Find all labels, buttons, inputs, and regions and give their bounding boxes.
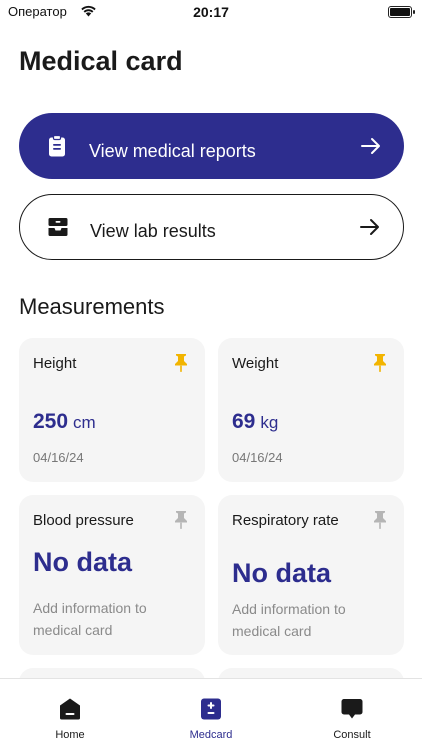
battery-icon <box>388 6 415 18</box>
tab-label: Medcard <box>189 729 233 741</box>
view-medical-reports-button[interactable]: View medical reports <box>19 113 404 179</box>
tab-label: Home <box>55 729 85 741</box>
chat-bubble-icon <box>341 699 363 719</box>
no-data-value: No data <box>232 558 332 588</box>
measurement-card-respiratory-rate[interactable]: Respiratory rate No data Add information… <box>218 495 404 655</box>
clipboard-icon <box>49 134 65 157</box>
measurement-date: 04/16/24 <box>33 450 84 465</box>
measurement-card-height[interactable]: Height 250 cm 04/16/24 <box>19 338 205 482</box>
measurements-heading: Measurements <box>19 294 165 319</box>
page-title: Medical card <box>19 46 183 76</box>
card-title: Height <box>33 355 77 372</box>
view-lab-results-button[interactable]: View lab results <box>19 194 404 260</box>
measurement-value: 69 kg <box>232 410 278 434</box>
card-title: Respiratory rate <box>232 512 339 529</box>
add-info-hint: Add information to medical card <box>33 600 147 638</box>
no-data-value: No data <box>33 547 133 577</box>
value-unit: kg <box>260 413 279 432</box>
arrow-right-icon <box>360 219 379 235</box>
measurement-date: 04/16/24 <box>232 450 283 465</box>
pin-icon[interactable] <box>173 510 189 530</box>
pin-icon[interactable] <box>173 353 189 373</box>
value-number: 69 <box>232 410 256 433</box>
arrow-right-icon <box>361 138 380 154</box>
medcard-icon <box>201 698 221 720</box>
add-info-hint: Add information to medical card <box>232 601 346 639</box>
tab-medcard[interactable]: Medcard <box>151 679 271 750</box>
view-medical-reports-label: View medical reports <box>89 141 256 161</box>
tab-label: Consult <box>333 729 371 741</box>
tab-home[interactable]: Home <box>10 679 130 750</box>
home-icon <box>60 698 80 720</box>
card-title: Blood pressure <box>33 512 134 529</box>
tab-consult[interactable]: Consult <box>292 679 412 750</box>
pin-icon[interactable] <box>372 353 388 373</box>
measurement-card-blood-pressure[interactable]: Blood pressure No data Add information t… <box>19 495 205 655</box>
inbox-tray-icon <box>48 218 68 236</box>
value-number: 250 <box>33 410 69 433</box>
value-unit: cm <box>73 413 96 432</box>
status-time: 20:17 <box>193 4 229 20</box>
status-bar: Оператор 20:17 <box>0 0 422 26</box>
pin-icon[interactable] <box>372 510 388 530</box>
measurement-value: 250 cm <box>33 410 96 434</box>
tab-bar: Home Medcard Consult <box>0 678 422 750</box>
card-title: Weight <box>232 355 279 372</box>
view-lab-results-label: View lab results <box>90 221 216 241</box>
measurement-card-weight[interactable]: Weight 69 kg 04/16/24 <box>218 338 404 482</box>
